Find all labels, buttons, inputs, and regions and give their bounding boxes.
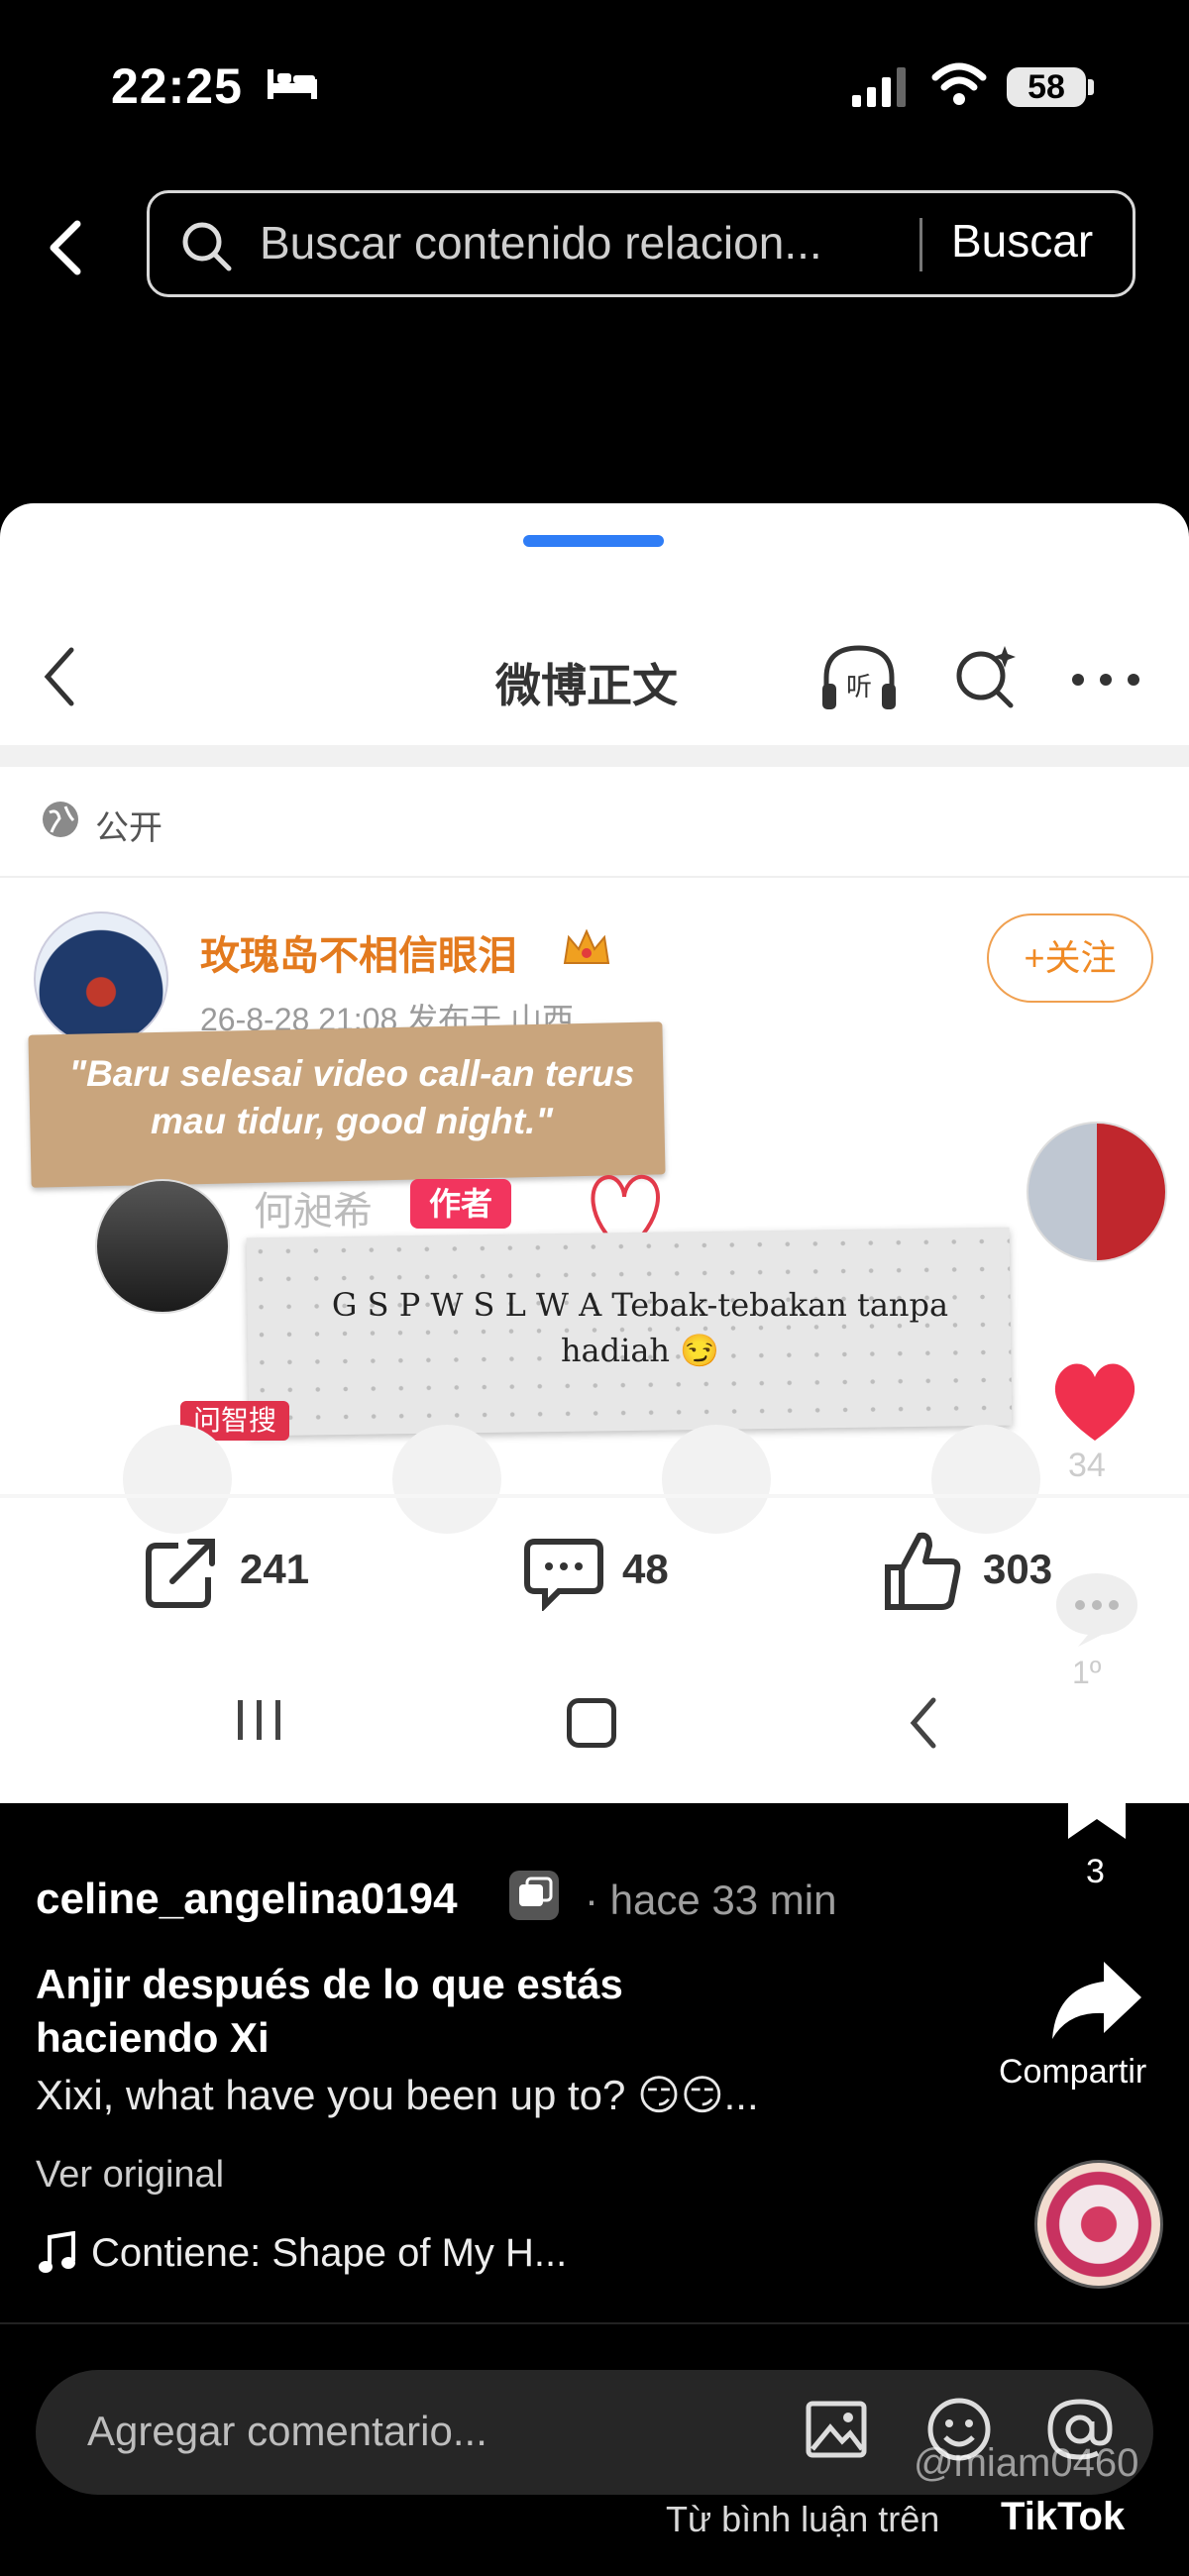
bookmark-icon[interactable] <box>1062 1770 1132 1841</box>
divider <box>0 876 1189 878</box>
comment-count: 48 <box>622 1546 669 1592</box>
share-target-circle <box>392 1425 501 1534</box>
section-divider <box>0 745 1189 767</box>
post-username[interactable]: celine_angelina0194 <box>36 1875 458 1924</box>
like-count: 34 <box>1068 1447 1106 1484</box>
author-avatar <box>34 912 168 1046</box>
tiktok-logo: TikTok <box>1001 2495 1126 2538</box>
see-original-link[interactable]: Ver original <box>36 2154 224 2197</box>
back-arrow-icon[interactable] <box>40 208 91 287</box>
quote-sticker-text: "Baru selesai video call-an terus mau ti… <box>68 1053 635 1141</box>
visibility-label: 公开 <box>95 809 162 847</box>
music-label[interactable]: Contiene: Shape of My H... <box>91 2231 567 2276</box>
back-nav-icon <box>910 1697 936 1749</box>
translated-caption: Xixi, what have you been up to? 😏😏... <box>36 2072 759 2118</box>
globe-icon <box>43 802 78 837</box>
comment-icon <box>524 1539 603 1611</box>
watermark-username: @miam0460 <box>914 2441 1139 2485</box>
like-count-main: 303 <box>983 1546 1053 1592</box>
cellular-signal-icon <box>852 67 906 107</box>
share-target-circle <box>662 1425 771 1534</box>
thumbs-up-icon <box>885 1532 961 1610</box>
divider <box>0 2322 1189 2324</box>
battery-tip <box>1088 79 1094 95</box>
sleep-mode-icon <box>268 69 317 99</box>
comment-input[interactable]: Agregar comentario... <box>87 2408 487 2455</box>
commenter-name: 何昶希 <box>254 1190 373 1234</box>
post-caption: Anjir después de lo que estás haciendo X… <box>36 1961 623 2061</box>
recent-apps-icon <box>238 1700 280 1740</box>
follow-button: +关注 <box>987 913 1153 1003</box>
weibo-page-title: 微博正文 <box>495 660 678 711</box>
repost-icon <box>146 1539 215 1608</box>
status-time: 22:25 <box>111 58 243 114</box>
repost-count: 241 <box>240 1546 310 1592</box>
paper-note-text: G S P W S L W A Tebak-tebakan tanpa hadi… <box>331 1286 949 1369</box>
search-icon <box>182 222 232 271</box>
share-target-circle <box>931 1425 1040 1534</box>
comment-bubble-icon <box>1056 1573 1137 1647</box>
search-divider <box>919 218 922 271</box>
profile-avatar <box>1027 1122 1167 1262</box>
post-time: · hace 33 min <box>585 1877 837 1923</box>
commenter-avatar <box>95 1179 230 1314</box>
share-label[interactable]: Compartir <box>999 2053 1146 2092</box>
author-badge: 作者 <box>410 1179 511 1229</box>
music-disc-icon[interactable] <box>1034 2160 1163 2289</box>
listen-icon: 听 <box>822 645 896 709</box>
weibo-back-icon <box>44 647 74 706</box>
divider <box>0 1494 1189 1498</box>
share-arrow-icon[interactable] <box>1048 1958 1143 2043</box>
svg-text:听: 听 <box>846 673 872 702</box>
home-nav-icon <box>567 1698 616 1748</box>
search-button[interactable]: Buscar <box>951 214 1093 268</box>
watermark-source: Từ bình luận trên <box>666 2499 940 2539</box>
battery-indicator: 58 <box>1007 67 1086 107</box>
weibo-author-name: 玫瑰岛不相信眼泪 <box>200 934 517 978</box>
comment-bubble-count: 1º <box>1072 1655 1102 1690</box>
like-heart-icon <box>1054 1363 1135 1441</box>
repost-badge-icon <box>509 1871 559 1920</box>
bookmark-count: 3 <box>1086 1853 1105 1890</box>
drag-handle[interactable] <box>523 535 664 547</box>
music-note-icon <box>39 2231 75 2273</box>
wifi-icon <box>931 62 987 105</box>
share-target-circle <box>123 1425 232 1534</box>
ai-search-icon <box>956 646 1016 708</box>
search-input[interactable]: Buscar contenido relacion... <box>260 216 822 269</box>
image-icon[interactable] <box>805 2398 868 2461</box>
weibo-screenshot-card: 微博正文 听 公开 玫瑰岛不相信眼泪 26-8-28 21:08 发布于 山西 … <box>0 503 1189 1803</box>
more-options-icon <box>1072 674 1139 686</box>
crown-badge-icon <box>563 928 610 964</box>
